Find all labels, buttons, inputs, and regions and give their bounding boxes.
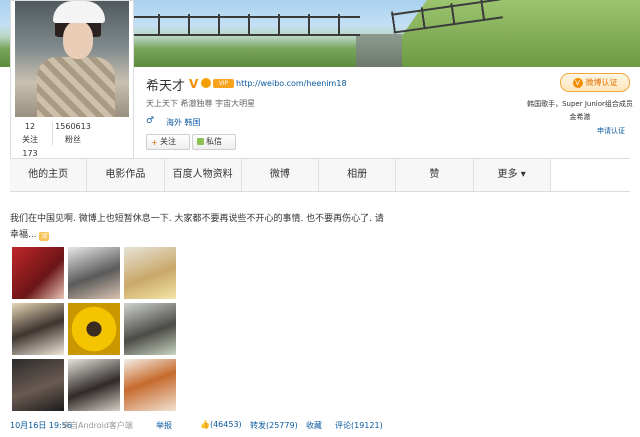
crown-icon[interactable] — [201, 78, 211, 88]
tab-more[interactable]: 更多 ▾ — [474, 159, 551, 191]
banner-path — [356, 34, 402, 67]
stat-following[interactable]: 12 关注 — [14, 122, 46, 145]
tab-filler — [550, 159, 630, 191]
profile-location[interactable]: 海外 韩国 — [166, 117, 201, 128]
stat-fans-label: 粉丝 — [65, 135, 81, 144]
photo-thumbnail[interactable] — [68, 303, 120, 355]
post-source[interactable]: 来自Android客户端 — [62, 420, 133, 431]
profile-name: 希天才 — [146, 79, 186, 94]
tab-movies[interactable]: 电影作品 — [87, 159, 165, 191]
thumbs-up-icon: 👍 — [200, 420, 210, 429]
photo-thumbnail[interactable] — [12, 247, 64, 299]
stat-third[interactable]: 173 — [14, 149, 46, 158]
member-badge[interactable]: VIP — [213, 79, 234, 88]
photo-thumbnail[interactable] — [124, 359, 176, 411]
like-button[interactable]: 👍(46453) — [200, 420, 242, 429]
gender-icon: ♂ — [146, 116, 155, 126]
tab-weibo[interactable]: 微博 — [242, 159, 319, 191]
profile-tabs: 他的主页 电影作品 百度人物资料 微博 相册 赞 更多 ▾ — [10, 158, 630, 192]
apply-verify-link[interactable]: 申请认证 — [597, 126, 625, 136]
tab-likes[interactable]: 赞 — [396, 159, 474, 191]
message-button[interactable]: 私信 — [192, 134, 236, 150]
stat-fans-value: 1560613 — [55, 122, 91, 131]
photo-thumbnail[interactable] — [124, 247, 176, 299]
avatar[interactable] — [15, 1, 129, 117]
photo-thumbnail[interactable] — [68, 247, 120, 299]
verify-v-icon: V — [572, 78, 583, 88]
envelope-icon — [197, 138, 204, 145]
message-label: 私信 — [206, 137, 222, 146]
report-link[interactable]: 举报 — [156, 420, 172, 431]
verified-v-icon[interactable]: V — [189, 77, 198, 91]
tab-home[interactable]: 他的主页 — [10, 159, 88, 191]
photo-thumbnail[interactable] — [124, 303, 176, 355]
weibo-verify-button[interactable]: V 微博认证 — [560, 73, 630, 92]
emoticon-icon: 译 — [39, 232, 50, 241]
stat-following-value: 12 — [24, 122, 36, 131]
profile-url-link[interactable]: http://weibo.com/heenim18 — [236, 79, 347, 88]
verify-label: 微博认证 — [585, 78, 618, 87]
banner-fence — [128, 16, 360, 36]
stat-fans[interactable]: 1560613 粉丝 — [52, 122, 93, 145]
follow-label: 关注 — [160, 137, 176, 146]
photo-thumbnail[interactable] — [68, 359, 120, 411]
like-count: (46453) — [209, 420, 242, 429]
favorite-link[interactable]: 收藏 — [306, 420, 322, 431]
tab-album[interactable]: 相册 — [319, 159, 397, 191]
verify-description: 韩国歌手，Super Junior组合成员金希澈 — [527, 100, 633, 121]
photo-thumbnail[interactable] — [12, 359, 64, 411]
stat-following-label: 关注 — [22, 135, 38, 144]
comment-link[interactable]: 评论(19121) — [335, 420, 383, 431]
photo-thumbnail[interactable] — [12, 303, 64, 355]
plus-icon: + — [151, 138, 158, 147]
stat-third-value: 173 — [22, 149, 38, 158]
profile-tagline: 天上天下 希澈独尊 宇宙大明星 — [146, 99, 256, 108]
post-body: 我们在中国见啊. 微博上也短暂休息一下. 大家都不要再说些不开心的事情. 也不要… — [10, 214, 384, 240]
post-text: 我们在中国见啊. 微博上也短暂休息一下. 大家都不要再说些不开心的事情. 也不要… — [10, 211, 390, 243]
tab-baidu-profile[interactable]: 百度人物资料 — [165, 159, 242, 191]
follow-button[interactable]: + 关注 — [146, 134, 190, 150]
repost-link[interactable]: 转发(25779) — [250, 420, 298, 431]
